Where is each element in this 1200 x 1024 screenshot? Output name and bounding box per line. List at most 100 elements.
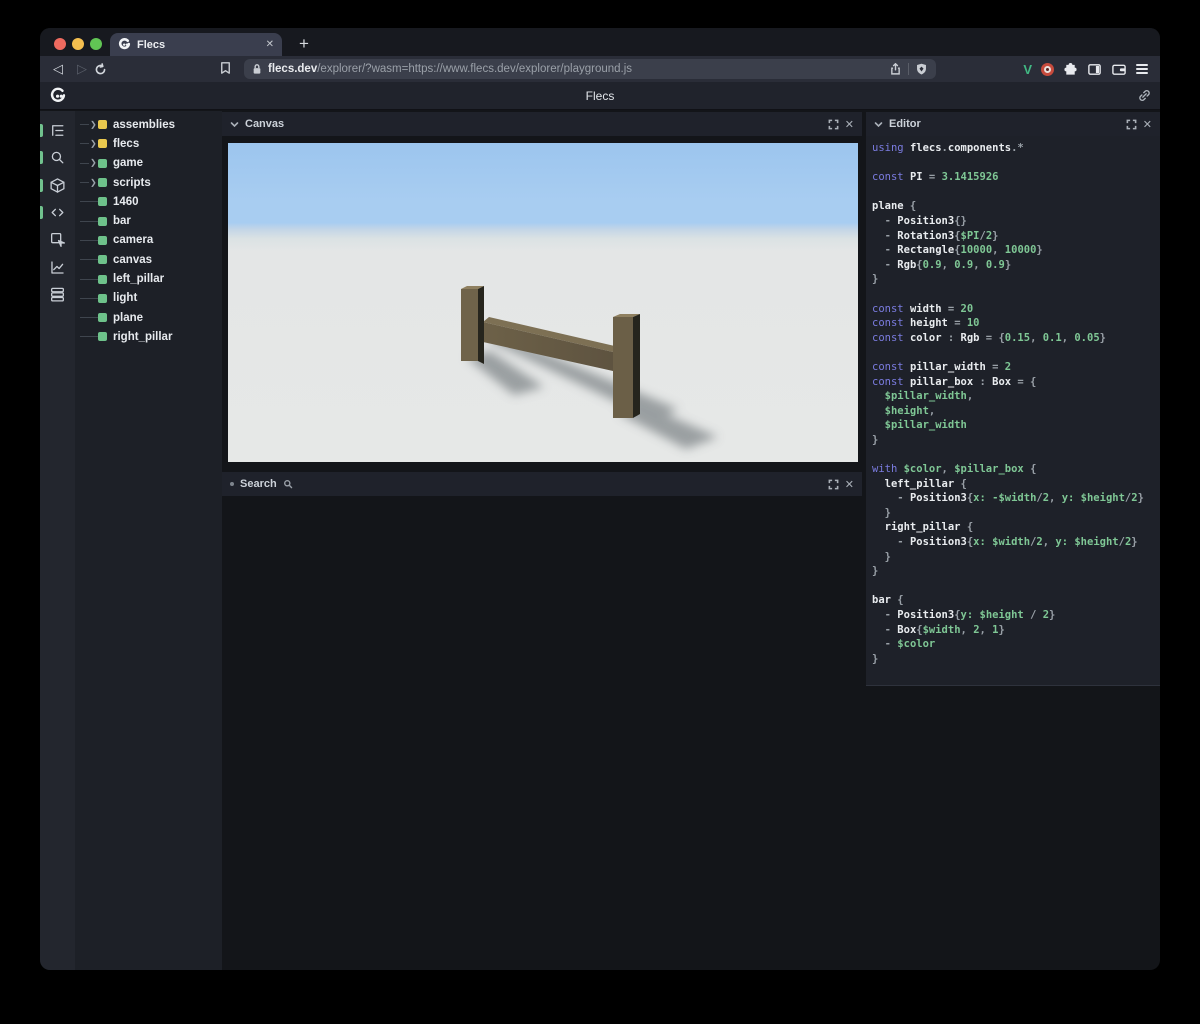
- collapse-chevron-icon[interactable]: [230, 120, 239, 129]
- search-icon[interactable]: [49, 149, 66, 166]
- code-line: }: [872, 506, 891, 519]
- entities-cube-icon[interactable]: [49, 177, 66, 194]
- reload-icon[interactable]: [94, 63, 118, 76]
- entity-color-swatch: [98, 293, 107, 303]
- code-line: const color : Rgb = {0.15, 0.1, 0.05}: [872, 331, 1106, 344]
- forward-icon[interactable]: ▷: [70, 61, 94, 77]
- code-editor[interactable]: using flecs.components.* const PI = 3.14…: [866, 136, 1160, 685]
- chevron-right-icon[interactable]: ❯: [89, 139, 98, 148]
- code-content: using flecs.components.* const PI = 3.14…: [872, 141, 1160, 666]
- entity-color-swatch: [98, 158, 107, 168]
- tree-connector: [80, 278, 89, 280]
- right-pillar-entity: [613, 314, 640, 418]
- tree-item-flecs[interactable]: ❯ flecs: [75, 134, 222, 153]
- wallet-icon[interactable]: [1111, 62, 1127, 77]
- close-panel-icon[interactable]: ✕: [845, 478, 854, 491]
- bookmark-icon[interactable]: [218, 60, 233, 76]
- stats-chart-icon[interactable]: [49, 259, 66, 276]
- tree-item-label: flecs: [113, 137, 140, 150]
- url-path: /explorer/?wasm=https://www.flecs.dev/ex…: [317, 63, 633, 75]
- tree-connector: [80, 259, 89, 261]
- extensions-row: V: [1023, 56, 1152, 82]
- tree-item-light[interactable]: light: [75, 289, 222, 308]
- editor-panel-header: Editor ✕: [866, 112, 1160, 136]
- expand-icon[interactable]: [1126, 119, 1137, 130]
- active-indicator: [40, 124, 43, 137]
- menu-icon[interactable]: [1136, 63, 1152, 75]
- search-panel-header: Search ✕: [222, 472, 862, 496]
- extensions-puzzle-icon[interactable]: [1063, 62, 1078, 77]
- inspector-icon[interactable]: [49, 231, 66, 248]
- new-tab-button[interactable]: +: [292, 32, 316, 56]
- chevron-right-icon[interactable]: ❯: [89, 178, 98, 187]
- browser-window: Flecs ✕ + ◁ ▷ flecs.dev/explorer/?wasm=h…: [40, 28, 1160, 970]
- expand-icon[interactable]: [828, 479, 839, 490]
- vue-devtools-icon[interactable]: V: [1023, 62, 1032, 77]
- url-bar[interactable]: flecs.dev/explorer/?wasm=https://www.fle…: [244, 59, 936, 79]
- tree-connector: [80, 143, 89, 145]
- code-line: - Position3{y: $height / 2}: [872, 609, 1056, 621]
- tree-item-left_pillar[interactable]: left_pillar: [75, 269, 222, 288]
- chevron-right-icon[interactable]: ❯: [89, 120, 98, 129]
- entity-color-swatch: [98, 120, 107, 130]
- code-line: plane {: [872, 200, 917, 213]
- share-link-icon[interactable]: [1137, 88, 1152, 103]
- tree-item-bar[interactable]: bar: [75, 211, 222, 230]
- lock-icon: [253, 63, 261, 74]
- tree-item-right_pillar[interactable]: right_pillar: [75, 327, 222, 346]
- browser-tab[interactable]: Flecs ✕: [110, 33, 282, 56]
- recorder-extension-icon[interactable]: [1041, 62, 1054, 76]
- tree-item-1460[interactable]: 1460: [75, 192, 222, 211]
- tree-connector: [80, 182, 89, 184]
- expand-icon[interactable]: [828, 119, 839, 130]
- tree-item-scripts[interactable]: ❯ scripts: [75, 173, 222, 192]
- code-line: - Position3{x: $width/2, y: $height/2}: [872, 536, 1138, 549]
- entity-color-swatch: [98, 178, 107, 188]
- code-line: - $color: [872, 638, 936, 651]
- back-icon[interactable]: ◁: [46, 61, 70, 77]
- editor-panel-title: Editor: [889, 118, 921, 130]
- tree-connector: [89, 317, 98, 319]
- canvas-panel-header: Canvas ✕: [222, 112, 862, 136]
- code-icon[interactable]: [49, 204, 66, 221]
- sidebar-toggle-icon[interactable]: [1087, 62, 1102, 77]
- close-panel-icon[interactable]: ✕: [1143, 118, 1152, 131]
- url-domain: flecs.dev: [268, 63, 318, 75]
- flecs-logo-icon: [49, 87, 67, 105]
- window-close-button[interactable]: [54, 38, 66, 50]
- editor-panel: Editor ✕ using flecs.components.* const …: [866, 112, 1160, 686]
- window-zoom-button[interactable]: [90, 38, 102, 50]
- code-line: left_pillar {: [872, 477, 967, 490]
- tree-connector: [89, 336, 98, 338]
- tree-item-game[interactable]: ❯ game: [75, 154, 222, 173]
- close-panel-icon[interactable]: ✕: [845, 118, 854, 131]
- tree-item-label: 1460: [113, 195, 139, 208]
- tree-item-label: canvas: [113, 253, 153, 266]
- queries-list-icon[interactable]: [49, 286, 66, 303]
- window-minimize-button[interactable]: [72, 38, 84, 50]
- tree-item-plane[interactable]: plane: [75, 308, 222, 327]
- collapsed-dot-icon[interactable]: [230, 482, 234, 486]
- tab-close-icon[interactable]: ✕: [266, 39, 274, 50]
- tree-item-camera[interactable]: camera: [75, 231, 222, 250]
- tree-item-assemblies[interactable]: ❯ assemblies: [75, 115, 222, 134]
- collapse-chevron-icon[interactable]: [874, 120, 883, 129]
- share-icon[interactable]: [889, 62, 902, 76]
- code-line: right_pillar {: [872, 521, 974, 534]
- canvas-3d-viewport[interactable]: [228, 143, 858, 462]
- tree-item-label: assemblies: [113, 118, 176, 131]
- tab-title: Flecs: [137, 38, 166, 51]
- brave-shield-icon[interactable]: [915, 62, 928, 76]
- tree-item-canvas[interactable]: canvas: [75, 250, 222, 269]
- chevron-right-icon[interactable]: ❯: [89, 159, 98, 167]
- tree-connector: [80, 162, 89, 164]
- tree-connector: [89, 201, 98, 203]
- code-line: const PI = 3.1415926: [872, 171, 999, 184]
- tree-view-icon[interactable]: [49, 122, 66, 139]
- entity-color-swatch: [98, 197, 107, 207]
- tree-connector: [89, 220, 98, 222]
- left-pillar-entity: [461, 286, 484, 364]
- entity-color-swatch: [98, 139, 107, 149]
